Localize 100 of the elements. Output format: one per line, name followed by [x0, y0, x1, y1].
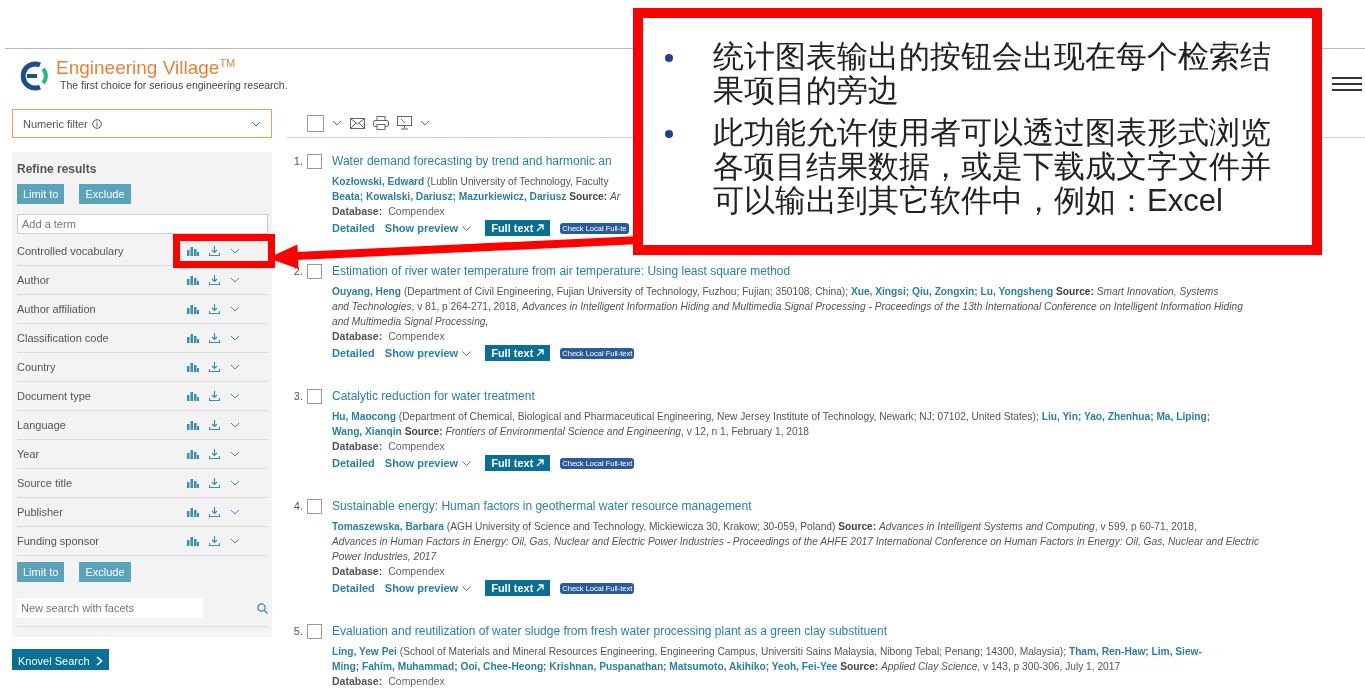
- download-icon[interactable]: [209, 333, 220, 343]
- select-all-checkbox[interactable]: [307, 114, 324, 132]
- filter-button[interactable]: Limit to: [17, 562, 65, 582]
- download-icon[interactable]: [209, 304, 220, 314]
- filter-button[interactable]: Limit to: [17, 184, 65, 204]
- bar-chart-icon[interactable]: [187, 420, 199, 430]
- chevron-icon: [462, 585, 472, 591]
- detailed-link[interactable]: Detailed: [332, 222, 375, 234]
- database-label: Database:: [332, 439, 383, 453]
- download-icon[interactable]: [209, 391, 220, 401]
- external-link-icon: [536, 459, 545, 467]
- chevron-icon[interactable]: [230, 509, 240, 515]
- chevron-icon[interactable]: [230, 451, 240, 457]
- chevron-icon[interactable]: [420, 120, 430, 126]
- full-text-button[interactable]: Full text: [485, 455, 551, 471]
- facet-label[interactable]: Document type: [17, 390, 91, 402]
- facet-label[interactable]: Publisher: [17, 506, 63, 518]
- bullet-dot-icon: [665, 54, 673, 62]
- facet-label[interactable]: Language: [17, 419, 66, 431]
- database-name: Compendex: [388, 204, 445, 218]
- bar-chart-icon[interactable]: [187, 304, 199, 314]
- facet-label[interactable]: Year: [17, 448, 40, 460]
- bar-chart-icon[interactable]: [187, 536, 199, 546]
- numeric-filter-dropdown[interactable]: Numeric filter: [12, 109, 272, 138]
- chevron-icon[interactable]: [332, 120, 342, 126]
- database-label: Database:: [332, 564, 383, 578]
- download-icon[interactable]: [209, 246, 220, 256]
- facet-search-field[interactable]: New search with facets: [17, 598, 203, 618]
- show-preview-link[interactable]: Show preview: [384, 222, 472, 234]
- show-preview-link[interactable]: Show preview: [384, 347, 472, 359]
- database-name: Compendex: [388, 329, 445, 343]
- chevron-icon: [462, 350, 472, 356]
- result-number: 4.: [292, 500, 303, 512]
- filter-button[interactable]: Exclude: [79, 562, 131, 582]
- facet-label[interactable]: Author affiliation: [17, 303, 96, 315]
- facet-label[interactable]: Funding sponsor: [17, 535, 99, 547]
- detailed-link[interactable]: Detailed: [332, 582, 375, 594]
- bar-chart-icon[interactable]: [187, 391, 199, 401]
- chevron-icon[interactable]: [230, 393, 240, 399]
- chevron-icon[interactable]: [230, 364, 240, 370]
- chevron-icon: [462, 225, 472, 231]
- bar-chart-icon[interactable]: [187, 478, 199, 488]
- citation-text: Kozłowski, Edward (Lublin University of Technology, Faculty Beata; Kowalski, Dariusz; Mazurkiewicz, Dariusz Source: Ar: [332, 175, 621, 204]
- result-checkbox[interactable]: [307, 153, 322, 169]
- search-icon[interactable]: [257, 602, 268, 614]
- citation-text: Hu, Maocong (Department of Chemical, Biological and Pharmaceutical Engineering, New Jersey Institute of Technology, Newark; NJ; 07102, United States); Liu, Yin; Yao, Zhenhua; Ma, Liping; Wang, Xianqin Source: Frontiers of Environmental Science and Engineering, v 12, n 1, February 1, 2018: [332, 410, 1211, 439]
- email-icon[interactable]: [350, 117, 365, 129]
- info-icon: [91, 118, 102, 129]
- result-checkbox[interactable]: [307, 498, 322, 514]
- chevron-icon[interactable]: [230, 422, 240, 428]
- download-icon[interactable]: [209, 275, 220, 285]
- bar-chart-icon[interactable]: [187, 362, 199, 372]
- menu-icon[interactable]: [1332, 77, 1362, 91]
- facet-label[interactable]: Classification code: [17, 332, 109, 344]
- facet-label[interactable]: Controlled vocabulary: [17, 245, 124, 257]
- bar-chart-icon[interactable]: [187, 507, 199, 517]
- detailed-link[interactable]: Detailed: [332, 457, 375, 469]
- knovel-search-button[interactable]: Knovel Search: [12, 649, 109, 670]
- facet-label[interactable]: Country: [17, 361, 56, 373]
- citation-text: Ouyang, Heng (Department of Civil Engineering, Fujian University of Technology, Fuzhou; Fujian; 350108, China); Xue, Xingsi; Qiu, Zongxin; Lu, Yongsheng Source: Smart Innovation, Systems and Technologies, v 81, p 264-271, 2018, Advances in Intelligent Information Hiding and Multimedia Signal Processing - Proceedings of the 13th International Conference on Intelligent Information Hiding and Multimedia Signal Processing,: [332, 285, 1243, 329]
- result-title-link[interactable]: Water demand forecasting by trend and harmonic an: [332, 154, 612, 168]
- result-title-link[interactable]: Evaluation and reutilization of water sludge from fresh water processing plant as a green clay substituent: [332, 624, 887, 638]
- bar-chart-icon[interactable]: [187, 449, 199, 459]
- download-icon[interactable]: [209, 420, 220, 430]
- result-checkbox[interactable]: [307, 263, 322, 279]
- facet-label[interactable]: Source title: [17, 477, 73, 489]
- chevron-icon: [251, 120, 261, 127]
- chevron-icon: [462, 460, 472, 466]
- chevron-icon[interactable]: [230, 538, 240, 544]
- full-text-button[interactable]: Full text: [485, 220, 551, 236]
- download-icon[interactable]: [209, 507, 220, 517]
- download-icon[interactable]: [209, 478, 220, 488]
- chevron-icon[interactable]: [230, 480, 240, 486]
- full-text-button[interactable]: Full text: [485, 345, 551, 361]
- database-label: Database:: [332, 329, 383, 343]
- bar-chart-icon[interactable]: [187, 246, 199, 256]
- show-preview-link[interactable]: Show preview: [384, 457, 472, 469]
- download-icon[interactable]: [209, 536, 220, 546]
- bar-chart-icon[interactable]: [187, 333, 199, 343]
- chevron-icon[interactable]: [230, 335, 240, 341]
- bar-chart-icon[interactable]: [187, 275, 199, 285]
- result-title-link[interactable]: Sustainable energy: Human factors in geothermal water resource management: [332, 499, 752, 513]
- chevron-icon[interactable]: [230, 277, 240, 283]
- detailed-link[interactable]: Detailed: [332, 347, 375, 359]
- monitor-icon[interactable]: [397, 116, 412, 130]
- result-title-link[interactable]: Estimation of river water temperature from air temperature: Using least square method: [332, 264, 791, 278]
- print-icon[interactable]: [373, 116, 389, 130]
- chevron-icon[interactable]: [230, 248, 240, 254]
- show-preview-link[interactable]: Show preview: [384, 582, 472, 594]
- result-checkbox[interactable]: [307, 388, 322, 404]
- full-text-button[interactable]: Full text: [485, 580, 551, 596]
- result-title-link[interactable]: Catalytic reduction for water treatment: [332, 389, 535, 403]
- term-field[interactable]: Add a term: [17, 214, 268, 234]
- citation-text: Ling, Yew Pei (School of Materials and Mineral Resources Engineering, Engineering Campus, Universiti Sains Malaysia, Nibong Tebal; Penang; 14300, Malaysia); Tham, Ren-Haw; Lim, Siew- Ming; Fahim, Muhammad; Ooi, Chee-Heong; Krishnan, Puspanathan; Matsumoto, Akihiko; Yeoh, Fei-Yee Source: Applied Clay Science, v 143, p 300-306, July 1, 2017: [332, 645, 1202, 674]
- result-checkbox[interactable]: [307, 623, 322, 639]
- facet-label[interactable]: Author: [17, 274, 50, 286]
- download-icon[interactable]: [209, 449, 220, 459]
- download-icon[interactable]: [209, 362, 220, 372]
- chevron-icon[interactable]: [230, 306, 240, 312]
- filter-button[interactable]: Exclude: [79, 184, 131, 204]
